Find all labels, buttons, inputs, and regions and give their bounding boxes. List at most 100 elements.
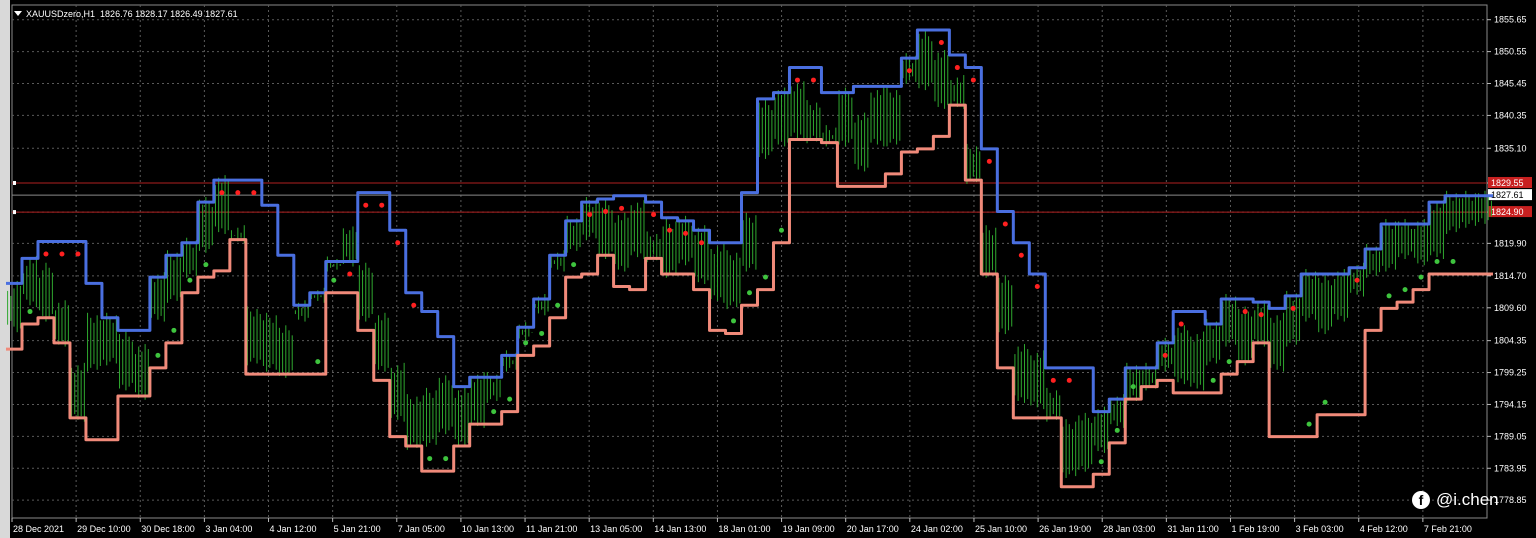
sell-signal-dot <box>1018 252 1024 258</box>
lower-band-line <box>6 103 1493 489</box>
buy-signal-dot <box>762 274 768 280</box>
buy-signal-dot <box>523 340 529 346</box>
collapse-triangle-icon[interactable] <box>14 11 22 16</box>
buy-signal-dot <box>1402 287 1408 293</box>
watermark: f @i.chen <box>1412 490 1499 510</box>
sell-signal-dot <box>1178 321 1184 327</box>
sell-signal-dot <box>1290 305 1296 311</box>
sell-signal-dot <box>794 77 800 83</box>
x-tick-label: 7 Feb 21:00 <box>1424 524 1472 534</box>
buy-signal-dot <box>1450 259 1456 264</box>
sell-signal-dot <box>587 212 593 218</box>
buy-signal-dot <box>555 302 561 308</box>
y-tick-label: 1789.05 <box>1494 431 1527 441</box>
sell-signal-dot <box>1258 312 1264 318</box>
buy-signal-dot <box>1434 259 1440 264</box>
y-tick-label: 1855.65 <box>1494 15 1527 25</box>
sell-signal-dot <box>1354 277 1360 283</box>
x-tick-label: 10 Jan 13:00 <box>462 524 514 534</box>
buy-signal-dot <box>1306 421 1312 427</box>
x-tick-label: 29 Dec 10:00 <box>77 524 131 534</box>
y-tick-label: 1819.90 <box>1494 238 1527 248</box>
level-price-label: 1829.55 <box>1491 178 1524 188</box>
sell-signal-dot <box>699 240 705 246</box>
level-handle <box>13 180 16 185</box>
x-tick-label: 14 Jan 13:00 <box>654 524 706 534</box>
sell-signal-dot <box>59 251 65 257</box>
x-tick-label: 28 Jan 03:00 <box>1103 524 1155 534</box>
sell-signal-dot <box>379 202 385 208</box>
current-price-label: 1827.61 <box>1491 190 1524 200</box>
buy-signal-dot <box>747 290 752 296</box>
symbol-label: XAUUSDzero,H1 <box>26 9 96 19</box>
x-tick-label: 20 Jan 17:00 <box>847 524 899 534</box>
sell-signal-dot <box>1066 377 1072 383</box>
y-tick-label: 1850.55 <box>1494 47 1527 57</box>
sell-signal-dot <box>219 190 225 196</box>
sell-signal-dot <box>347 271 353 277</box>
x-tick-label: 28 Dec 2021 <box>13 524 64 534</box>
buy-signal-dot <box>1210 377 1216 383</box>
buy-signal-dot <box>331 277 337 283</box>
level-price-label: 1824.90 <box>1491 207 1524 217</box>
y-tick-label: 1783.95 <box>1494 463 1527 473</box>
x-tick-label: 7 Jan 05:00 <box>398 524 445 534</box>
buy-signal-dot <box>1098 459 1104 465</box>
buy-signal-dot <box>203 262 209 268</box>
buy-signal-dot <box>443 456 449 462</box>
x-tick-label: 1 Feb 19:00 <box>1231 524 1279 534</box>
sell-signal-dot <box>1050 377 1056 383</box>
buy-signal-dot <box>427 456 433 462</box>
sell-signal-dot <box>1242 309 1248 315</box>
y-tick-label: 1845.45 <box>1494 79 1527 89</box>
x-tick-label: 18 Jan 01:00 <box>718 524 770 534</box>
sell-signal-dot <box>810 77 816 83</box>
x-tick-label: 19 Jan 09:00 <box>783 524 835 534</box>
y-tick-label: 1814.70 <box>1494 271 1527 281</box>
sell-signal-dot <box>683 230 689 236</box>
buy-signal-dot <box>171 327 177 333</box>
x-tick-label: 25 Jan 10:00 <box>975 524 1027 534</box>
buy-signal-dot <box>155 352 161 358</box>
x-tick-label: 30 Dec 18:00 <box>141 524 195 534</box>
sell-signal-dot <box>251 190 257 196</box>
x-tick-label: 3 Feb 03:00 <box>1296 524 1344 534</box>
sell-signal-dot <box>938 40 944 46</box>
x-tick-label: 13 Jan 05:00 <box>590 524 642 534</box>
buy-signal-dot <box>1322 399 1328 405</box>
sell-signal-dot <box>970 77 976 83</box>
buy-signal-dot <box>507 396 513 402</box>
sell-signal-dot <box>235 190 241 196</box>
y-tick-label: 1794.15 <box>1494 399 1527 409</box>
sell-signal-dot <box>986 158 992 164</box>
watermark-text: @i.chen <box>1436 490 1499 509</box>
buy-signal-dot <box>1130 384 1136 390</box>
price-chart[interactable]: 1855.65 1850.55 1845.45 1840.35 1835.10 1829.… <box>0 0 1536 538</box>
buy-signal-dot <box>187 277 193 283</box>
buy-signal-dot <box>571 262 577 268</box>
sell-signal-dot <box>603 208 609 214</box>
y-tick-label: 1799.25 <box>1494 368 1527 378</box>
buy-signal-dot <box>315 359 321 365</box>
sell-signal-dot <box>411 302 417 308</box>
sell-signal-dot <box>395 240 401 246</box>
buy-signal-dot <box>27 309 33 315</box>
buy-signal-dot <box>778 227 784 233</box>
buy-signal-dot <box>731 318 737 324</box>
buy-signal-dot <box>1386 293 1392 299</box>
chart-header: XAUUSDzero,H1 1826.76 1828.17 1826.49 18… <box>14 9 238 19</box>
y-tick-label: 1778.85 <box>1494 495 1527 505</box>
sell-signal-dot <box>906 68 912 74</box>
x-tick-label: 31 Jan 11:00 <box>1167 524 1218 534</box>
x-tick-label: 5 Jan 21:00 <box>334 524 381 534</box>
sell-signal-dot <box>363 202 369 208</box>
sell-signal-dot <box>651 212 657 218</box>
sell-signal-dot <box>1162 352 1168 358</box>
x-tick-label: 26 Jan 19:00 <box>1039 524 1091 534</box>
sell-signal-dot <box>43 251 49 257</box>
buy-signal-dot <box>539 330 545 336</box>
y-tick-label: 1840.35 <box>1494 110 1527 120</box>
buy-signal-dot <box>491 409 497 415</box>
x-tick-label: 24 Jan 02:00 <box>911 524 963 534</box>
sell-signal-dot <box>1034 284 1040 290</box>
